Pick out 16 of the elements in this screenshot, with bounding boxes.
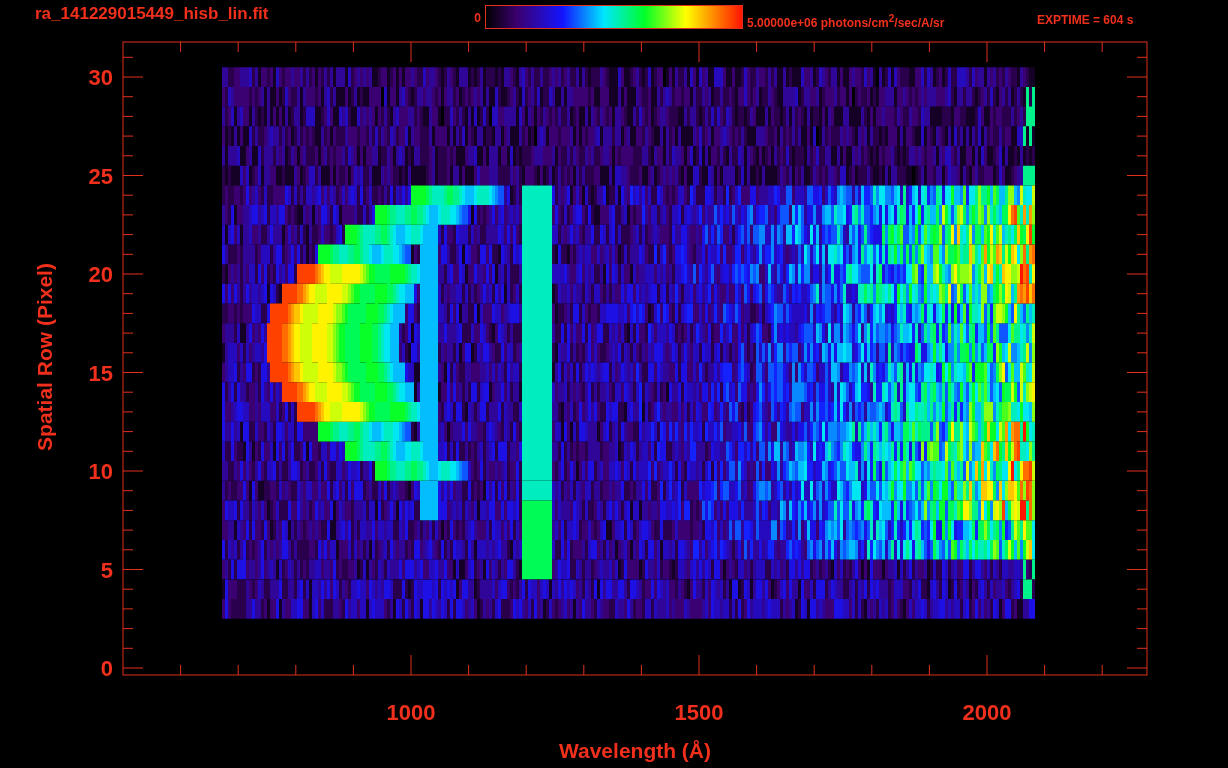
colorbar-max-label: 5.00000e+06 photons/cm$^{2}$/sec/A/sr	[747, 13, 946, 30]
file-title: ra_141229015449_hisb_lin.fit	[35, 5, 270, 23]
x-tick-label: 1500	[674, 700, 724, 725]
y-tick-label: 0	[100, 656, 113, 681]
y-tick-label: 20	[88, 262, 113, 287]
x-tick-label: 1000	[386, 700, 436, 725]
y-tick-label: 5	[100, 557, 113, 583]
x-axis-label: Wavelength (Å)	[558, 739, 712, 762]
y-tick-label: 25	[88, 163, 113, 189]
y-tick-label: 10	[88, 459, 113, 484]
x-tick-label: 2000	[962, 700, 1012, 725]
y-tick-label: 30	[88, 65, 113, 90]
exposure-time: EXPTIME = 604 s	[1037, 13, 1134, 27]
y-axis-label: Spatial Row (Pixel)	[33, 263, 56, 451]
y-tick-label: 15	[88, 360, 113, 386]
colorbar-min-label: 0	[473, 11, 481, 25]
